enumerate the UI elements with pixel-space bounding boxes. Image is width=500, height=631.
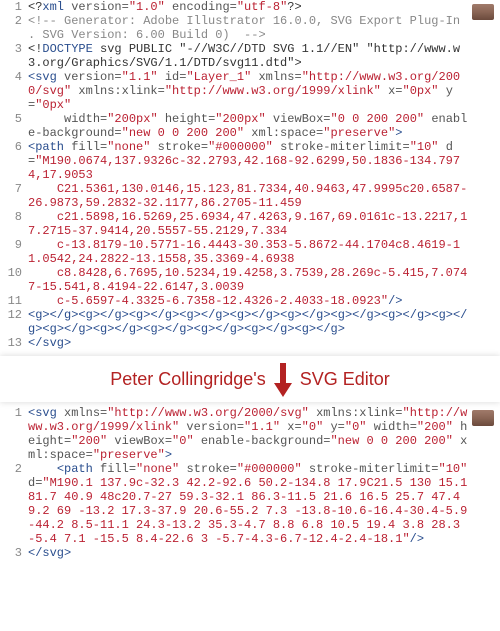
line-content[interactable]: <!DOCTYPE svg PUBLIC "-//W3C//DTD SVG 1.… (28, 42, 500, 70)
line-content[interactable]: width="200px" height="200px" viewBox="0 … (28, 112, 500, 140)
line-content[interactable]: c-5.6597-4.3325-6.7358-12.4326-2.4033-18… (28, 294, 500, 308)
line-number: 11 (0, 294, 28, 308)
code-line[interactable]: 10 c8.8428,6.7695,10.5234,19.4258,3.7539… (0, 266, 500, 294)
line-number: 7 (0, 182, 28, 196)
bottom-code-panel: 1<svg xmlns="http://www.w3.org/2000/svg"… (0, 406, 500, 560)
code-line[interactable]: 5 width="200px" height="200px" viewBox="… (0, 112, 500, 140)
code-line[interactable]: 2<!-- Generator: Adobe Illustrator 16.0.… (0, 14, 500, 42)
line-number: 2 (0, 462, 28, 476)
code-line[interactable]: 13</svg> (0, 336, 500, 350)
line-content[interactable]: </svg> (28, 546, 500, 560)
code-line[interactable]: 4<svg version="1.1" id="Layer_1" xmlns="… (0, 70, 500, 112)
minimap-thumb[interactable] (472, 410, 494, 426)
line-content[interactable]: <path fill="none" stroke="#000000" strok… (28, 140, 500, 182)
top-code-panel: 1<?xml version="1.0" encoding="utf-8"?> … (0, 0, 500, 350)
separator-right: SVG Editor (300, 369, 390, 390)
code-line[interactable]: 9 c-13.8179-10.5771-16.4443-30.353-5.867… (0, 238, 500, 266)
code-line[interactable]: 3<!DOCTYPE svg PUBLIC "-//W3C//DTD SVG 1… (0, 42, 500, 70)
code-line[interactable]: 3</svg> (0, 546, 500, 560)
line-content[interactable]: <!-- Generator: Adobe Illustrator 16.0.0… (28, 14, 500, 42)
arrow-down-icon (272, 363, 294, 397)
line-number: 8 (0, 210, 28, 224)
line-number: 13 (0, 336, 28, 350)
code-line[interactable]: 6<path fill="none" stroke="#000000" stro… (0, 140, 500, 182)
code-line[interactable]: 8 c21.5898,16.5269,25.6934,47.4263,9.167… (0, 210, 500, 238)
code-line[interactable]: 11 c-5.6597-4.3325-6.7358-12.4326-2.4033… (0, 294, 500, 308)
line-number: 12 (0, 308, 28, 322)
line-number: 3 (0, 546, 28, 560)
code-line[interactable]: 7 C21.5361,130.0146,15.123,81.7334,40.94… (0, 182, 500, 210)
line-content[interactable]: <svg version="1.1" id="Layer_1" xmlns="h… (28, 70, 500, 112)
minimap-thumb[interactable] (472, 4, 494, 20)
line-number: 5 (0, 112, 28, 126)
line-content[interactable]: <svg xmlns="http://www.w3.org/2000/svg" … (28, 406, 500, 462)
line-content[interactable]: <path fill="none" stroke="#000000" strok… (28, 462, 500, 546)
line-number: 10 (0, 266, 28, 280)
line-content[interactable]: <?xml version="1.0" encoding="utf-8"?> (28, 0, 500, 14)
line-number: 2 (0, 14, 28, 28)
line-content[interactable]: </svg> (28, 336, 500, 350)
line-content[interactable]: C21.5361,130.0146,15.123,81.7334,40.9463… (28, 182, 500, 210)
line-number: 4 (0, 70, 28, 84)
line-content[interactable]: c-13.8179-10.5771-16.4443-30.353-5.8672-… (28, 238, 500, 266)
line-number: 9 (0, 238, 28, 252)
code-line[interactable]: 1<?xml version="1.0" encoding="utf-8"?> (0, 0, 500, 14)
code-line[interactable]: 12<g></g><g></g><g></g><g></g><g></g><g>… (0, 308, 500, 336)
line-content[interactable]: <g></g><g></g><g></g><g></g><g></g><g></… (28, 308, 500, 336)
line-content[interactable]: c21.5898,16.5269,25.6934,47.4263,9.167,6… (28, 210, 500, 238)
code-line[interactable]: 2 <path fill="none" stroke="#000000" str… (0, 462, 500, 546)
line-number: 1 (0, 406, 28, 420)
line-content[interactable]: c8.8428,6.7695,10.5234,19.4258,3.7539,28… (28, 266, 500, 294)
separator-banner: Peter Collingridge's SVG Editor (0, 356, 500, 402)
separator-left: Peter Collingridge's (110, 369, 266, 390)
line-number: 1 (0, 0, 28, 14)
code-line[interactable]: 1<svg xmlns="http://www.w3.org/2000/svg"… (0, 406, 500, 462)
line-number: 6 (0, 140, 28, 154)
line-number: 3 (0, 42, 28, 56)
